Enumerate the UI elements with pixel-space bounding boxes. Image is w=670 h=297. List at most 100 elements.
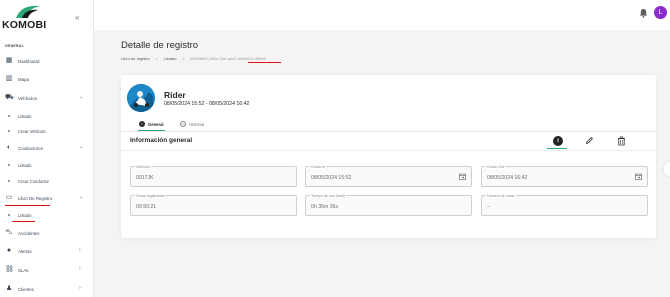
user-avatar[interactable]: L <box>654 6 667 19</box>
rider-name: Rider <box>164 90 186 100</box>
side-drawer-handle[interactable] <box>664 162 670 176</box>
history-icon: ◷ <box>180 121 186 127</box>
hours-registered-field[interactable]: Horas registradas 00:50:21 <box>130 193 297 216</box>
sidebar-subitem-label: Crear Conductor <box>18 178 49 184</box>
field-label: Tiempo de uso (total) <box>310 193 346 198</box>
sidebar-item-label: SLAs <box>18 267 29 273</box>
info-icon: i <box>139 121 145 127</box>
sidebar-item-libro-de-registro[interactable]: ▭ Libro De Registro ⌄ <box>0 192 94 204</box>
alert-icon: ● <box>6 247 12 254</box>
motorcycle-icon: ⛟ <box>5 94 14 101</box>
collapse-sidebar-icon[interactable]: « <box>75 13 79 22</box>
usage-time-field[interactable]: Tiempo de uso (total) 0h 36m 36s <box>305 193 472 216</box>
sidebar-subitem-crear-vehiculo[interactable]: Crear Vehículo <box>0 126 94 136</box>
field-value: -- <box>487 204 491 210</box>
truck-icon: ⛍ <box>5 229 13 236</box>
book-icon: ▭ <box>5 194 13 201</box>
sidebar-item-label: Conductores <box>18 145 43 151</box>
field-label: Número de notas <box>486 193 516 198</box>
field-value: 0017JK <box>136 175 154 181</box>
sidebar-subitem-label: Listado <box>18 162 32 168</box>
sidebar-item-accidentes[interactable]: ⛍ Accidentes <box>0 227 94 239</box>
page-title: Detalle de registro <box>121 40 199 51</box>
rider-dates: 08/05/2024 15:52 - 08/05/2024 16:42 <box>164 101 250 107</box>
vehicle-field[interactable]: Vehículo 0017JK <box>130 164 297 187</box>
info-icon[interactable]: i <box>553 136 563 146</box>
sidebar-item-dashboard[interactable]: ▦ Dashboard <box>0 55 94 67</box>
sidebar: KOMOBI « GENERAL ▦ Dashboard ▥ Mapa ⛟ Ve… <box>0 0 94 297</box>
breadcrumb-current: b50c9800-165c-11ef-aea7-d89e67c-d89b9 <box>190 56 266 61</box>
sidebar-item-label: Vehículos <box>18 95 38 101</box>
sidebar-item-conductores[interactable]: ◐ Conductores ⌄ <box>0 142 94 154</box>
calendar-icon[interactable] <box>635 173 642 182</box>
rider-photo-icon <box>127 84 155 112</box>
sidebar-subitem-label: Crear Vehículo <box>18 128 46 134</box>
sidebar-item-label: Libro De Registro <box>18 195 53 201</box>
sidebar-subitem-label: Listado <box>18 212 32 218</box>
breadcrumb-item[interactable]: Libro de registro <box>121 56 150 61</box>
sidebar-subitem-vehiculos-listado[interactable]: Listado <box>0 111 94 121</box>
sidebar-item-label: Clientes <box>18 286 34 292</box>
bullet-icon <box>8 130 10 132</box>
logo-mark-icon <box>16 5 40 18</box>
breadcrumb: Libro de registro • Listado • b50c9800-1… <box>121 56 271 61</box>
komobi-logo: KOMOBI <box>2 5 62 31</box>
sidebar-section-label: GENERAL <box>5 44 24 48</box>
field-label: Check In <box>310 164 327 169</box>
chevron-down-icon: ⌄ <box>79 144 84 150</box>
sidebar-subitem-conductores-listado[interactable]: Listado <box>0 160 94 170</box>
sidebar-subitem-registro-listado[interactable]: Listado <box>0 210 94 220</box>
bullet-icon <box>8 115 10 117</box>
bell-icon[interactable] <box>638 8 648 18</box>
user-icon: ♟ <box>5 285 13 292</box>
highlight-underline <box>248 62 281 63</box>
sidebar-item-vehiculos[interactable]: ⛟ Vehículos ⌄ <box>0 92 94 104</box>
sidebar-subitem-label: Listado <box>18 113 32 119</box>
field-label: Check Out <box>486 164 505 169</box>
field-label: Horas registradas <box>135 193 166 198</box>
sidebar-item-alertas[interactable]: ● Alertas › <box>0 245 94 257</box>
chevron-right-icon: › <box>79 285 81 291</box>
breadcrumb-separator: • <box>156 56 158 61</box>
rider-avatar <box>127 84 155 112</box>
check-in-field[interactable]: Check In 08/05/2024 15:52 <box>305 164 472 187</box>
notes-count-field[interactable]: Número de notas -- <box>481 193 648 216</box>
sidebar-item-clientes[interactable]: ♟ Clientes › <box>0 283 94 295</box>
field-value: 0h 36m 36s <box>311 204 339 210</box>
sidebar-item-label: Alertas <box>18 248 32 254</box>
chevron-down-icon: ⌄ <box>79 194 84 200</box>
edit-icon[interactable] <box>584 136 594 146</box>
breadcrumb-item[interactable]: Listado <box>164 56 177 61</box>
sidebar-item-label: Accidentes <box>18 230 40 236</box>
brand-name: KOMOBI <box>2 19 47 31</box>
check-out-field[interactable]: Check Out 08/05/2024 16:42 <box>481 164 648 187</box>
sidebar-item-mapa[interactable]: ▥ Mapa <box>0 73 94 85</box>
highlight-underline <box>12 221 35 222</box>
bullet-icon <box>8 164 10 166</box>
section-heading: Información general <box>130 137 193 144</box>
field-value: 00:50:21 <box>136 204 157 210</box>
map-icon: ▥ <box>5 75 13 82</box>
calendar-icon[interactable] <box>459 173 466 182</box>
bullet-icon <box>8 180 10 182</box>
driver-icon: ◐ <box>6 144 12 151</box>
link-icon: ⛓ <box>5 266 14 273</box>
tab-label: General <box>148 121 164 127</box>
sidebar-item-slas[interactable]: ⛓ SLAs › <box>0 264 94 276</box>
tabs-divider <box>121 131 656 132</box>
delete-icon[interactable] <box>616 136 626 146</box>
sidebar-item-label: Mapa <box>18 76 29 82</box>
highlight-underline <box>5 205 50 206</box>
sidebar-item-label: Dashboard <box>18 58 40 64</box>
field-value: 08/05/2024 15:52 <box>311 175 352 181</box>
field-label: Vehículo <box>135 164 151 169</box>
field-value: 08/05/2024 16:42 <box>487 175 528 181</box>
dashboard-icon: ▦ <box>5 57 13 64</box>
chevron-down-icon: ⌄ <box>79 94 84 100</box>
tab-label: Historial <box>189 121 205 127</box>
active-action-indicator <box>547 148 567 149</box>
bullet-icon <box>8 214 10 216</box>
chevron-right-icon: › <box>79 247 81 253</box>
sidebar-subitem-crear-conductor[interactable]: Crear Conductor <box>0 176 94 186</box>
section-divider <box>121 150 656 151</box>
